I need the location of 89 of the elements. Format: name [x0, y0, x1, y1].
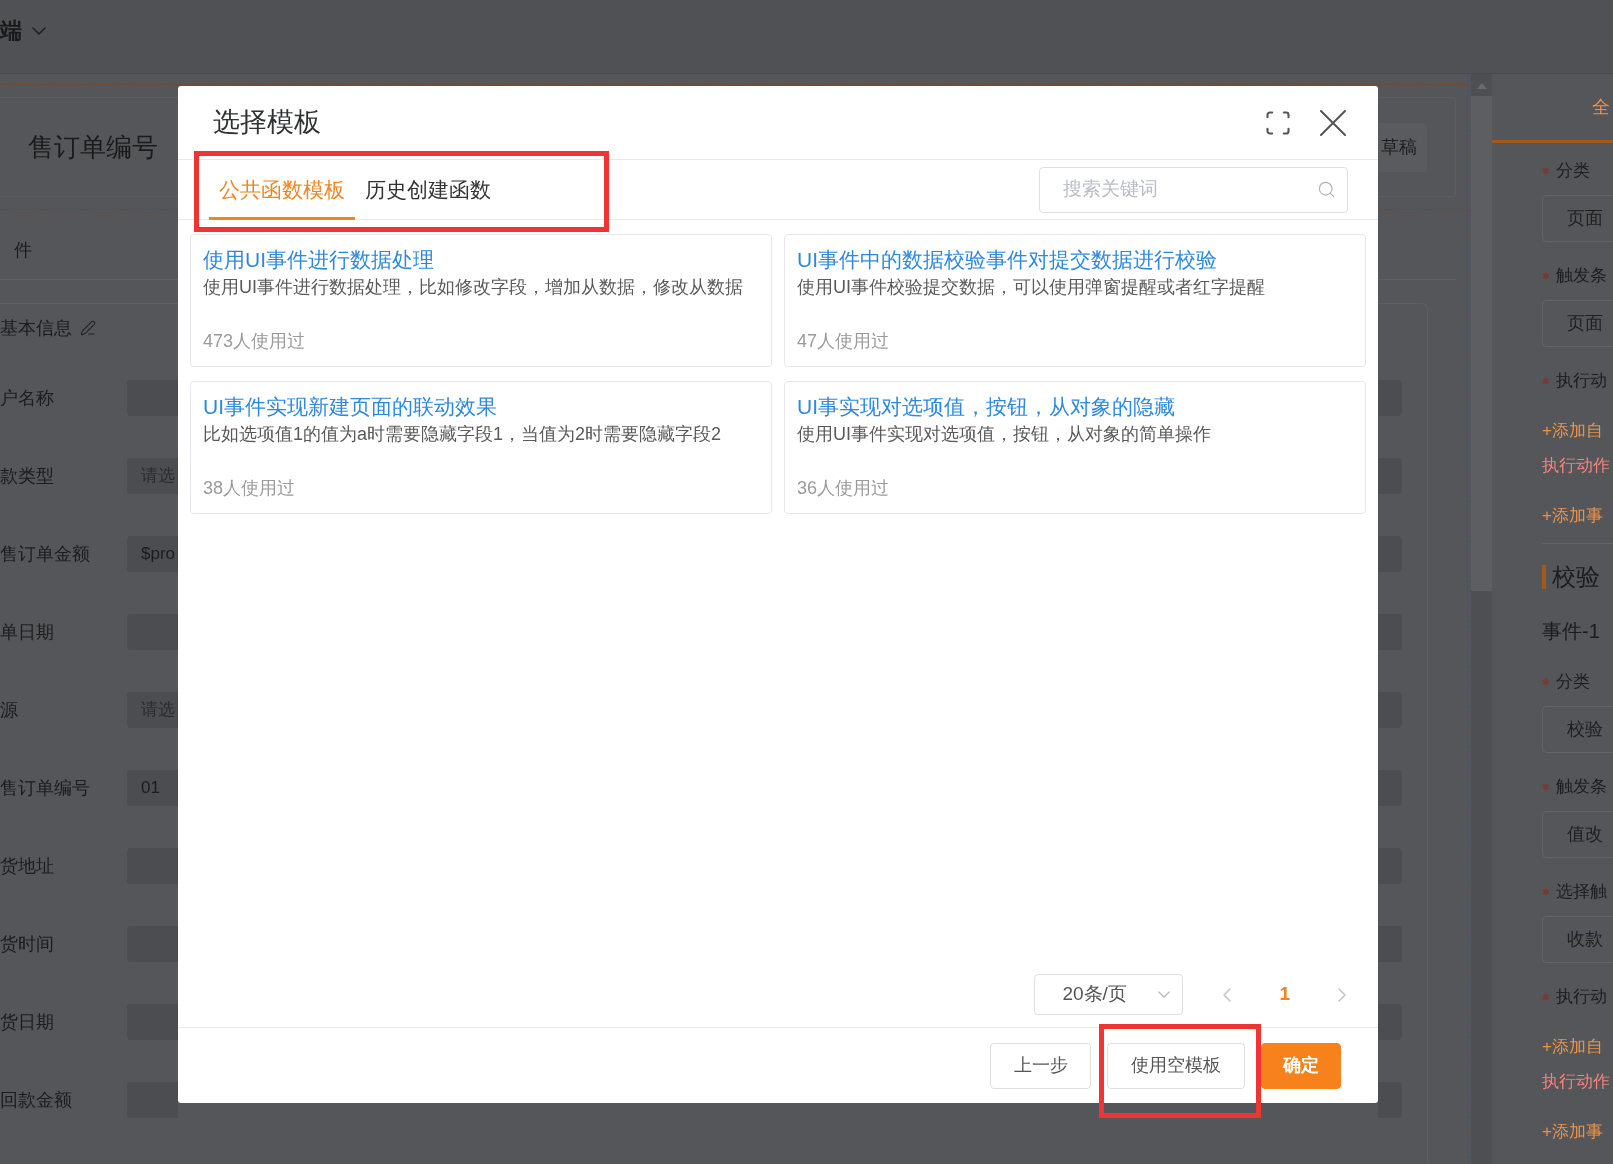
field-label: 选择触	[1556, 881, 1607, 904]
dialog-tab[interactable]: 公共函数模板	[209, 159, 355, 220]
field-label: 执行动	[1556, 370, 1607, 393]
dialog-tab[interactable]: 历史创建函数	[355, 159, 501, 220]
input-field[interactable]	[1378, 1082, 1402, 1118]
add-link[interactable]: +添加自	[1542, 418, 1603, 444]
input-field[interactable]	[1378, 536, 1402, 572]
error-message: 执行动作	[1542, 455, 1610, 478]
chevron-left-icon	[1223, 987, 1232, 1002]
input-field[interactable]	[1378, 848, 1402, 884]
select-field[interactable]: 校验	[1542, 706, 1613, 753]
input-field[interactable]	[127, 848, 178, 884]
section-heading: 校验	[1552, 562, 1600, 592]
select-field[interactable]: 收款	[1542, 916, 1613, 963]
form-title: 售订单编号	[28, 130, 158, 164]
template-card[interactable]: UI事件实现新建页面的联动效果 比如选项值1的值为a时需要隐藏字段1，当值为2时需要隐藏字段2 38人使用过	[190, 381, 772, 514]
template-description: 使用UI事件进行数据处理，比如修改字段，增加从数据，修改从数据	[203, 276, 744, 299]
select-field[interactable]: 页面	[1542, 195, 1613, 242]
field-label: 执行动	[1556, 986, 1607, 1009]
fullscreen-icon[interactable]	[1264, 108, 1292, 137]
search-field[interactable]: 搜索关键词	[1039, 166, 1348, 213]
field-label: 售订单金额	[0, 542, 91, 566]
usage-count: 473人使用过	[203, 330, 307, 353]
input-field[interactable]	[1378, 692, 1402, 728]
dialog-button[interactable]: 使用空模板	[1107, 1042, 1245, 1089]
scroll-up-arrow-icon[interactable]	[1476, 83, 1487, 89]
field-label: 货地址	[0, 854, 55, 878]
heading-bar-icon	[1542, 565, 1546, 589]
input-field[interactable]	[127, 380, 178, 416]
select-field[interactable]: 值改	[1542, 811, 1613, 858]
close-icon[interactable]	[1320, 109, 1346, 136]
input-field[interactable]	[127, 926, 178, 962]
usage-count: 36人使用过	[797, 477, 891, 500]
field-label: 货时间	[0, 932, 55, 956]
usage-count: 47人使用过	[797, 330, 891, 353]
field-label: 触发条	[1556, 265, 1607, 288]
field-label: 户名称	[0, 386, 55, 410]
field-label: 款类型	[0, 464, 55, 488]
event-title: 事件-1	[1542, 619, 1600, 644]
template-title: UI事实现对选项值，按钮，从对象的隐藏	[797, 394, 1176, 420]
select-field[interactable]: 页面	[1542, 300, 1613, 347]
input-field[interactable]	[127, 614, 178, 650]
add-link[interactable]: +添加事	[1542, 503, 1603, 529]
chevron-right-icon	[1338, 987, 1346, 1002]
template-title: UI事件中的数据校验事件对提交数据进行校验	[797, 247, 1218, 273]
app-title: 端	[0, 17, 22, 45]
template-title: UI事件实现新建页面的联动效果	[203, 394, 498, 420]
page-size-select[interactable]: 20条/页	[1034, 974, 1184, 1015]
input-field[interactable]	[1378, 614, 1402, 650]
input-field[interactable]	[1378, 1004, 1402, 1040]
add-link[interactable]: +添加自	[1542, 1034, 1603, 1060]
field-label: 分类	[1556, 160, 1590, 183]
add-link[interactable]: +添加事	[1542, 1119, 1603, 1145]
chevron-down-icon	[1158, 991, 1171, 998]
error-message: 执行动作	[1542, 1071, 1610, 1094]
input-field[interactable]	[1378, 926, 1402, 962]
template-description: 比如选项值1的值为a时需要隐藏字段1，当值为2时需要隐藏字段2	[203, 423, 723, 446]
template-card[interactable]: 使用UI事件进行数据处理 使用UI事件进行数据处理，比如修改字段，增加从数据，修改从数据 473人使用过	[190, 234, 772, 367]
scrollbar-thumb[interactable]	[1471, 96, 1492, 591]
template-description: 使用UI事件实现对选项值，按钮，从对象的简单操作	[797, 423, 1212, 446]
input-field[interactable]	[1378, 458, 1402, 494]
panel-tab[interactable]: 全	[1492, 74, 1613, 143]
field-label: 货日期	[0, 1010, 55, 1034]
field-label: 回款金额	[0, 1088, 73, 1112]
input-field[interactable]	[1378, 380, 1402, 416]
field-label: 售订单编号	[0, 776, 91, 800]
dialog-title: 选择模板	[213, 106, 321, 140]
template-title: 使用UI事件进行数据处理	[203, 247, 435, 273]
pencil-icon[interactable]	[80, 320, 96, 336]
field-label: 单日期	[0, 620, 55, 644]
template-card[interactable]: UI事实现对选项值，按钮，从对象的隐藏 使用UI事件实现对选项值，按钮，从对象的简单操作 36人使用过	[784, 381, 1366, 514]
chevron-down-icon[interactable]	[32, 26, 46, 35]
template-card[interactable]: UI事件中的数据校验事件对提交数据进行校验 使用UI事件校验提交数据，可以使用弹窗提醒或者红字提醒 47人使用过	[784, 234, 1366, 367]
input-field[interactable]	[127, 1082, 178, 1118]
input-field[interactable]	[1378, 770, 1402, 806]
field-label: 分类	[1556, 671, 1590, 694]
usage-count: 38人使用过	[203, 477, 297, 500]
field-label: 触发条	[1556, 776, 1607, 799]
input-field[interactable]	[127, 1004, 178, 1040]
section-title: 基本信息	[0, 316, 72, 340]
draft-button[interactable]: 草稿	[1377, 122, 1427, 172]
confirm-button[interactable]: 确定	[1261, 1042, 1341, 1089]
field-label: 源	[0, 698, 19, 722]
component-tab[interactable]: 件	[14, 237, 32, 264]
search-icon[interactable]	[1317, 180, 1336, 199]
template-description: 使用UI事件校验提交数据，可以使用弹窗提醒或者红字提醒	[797, 276, 1266, 299]
dialog-button[interactable]: 上一步	[990, 1042, 1091, 1089]
page-number[interactable]: 1	[1279, 980, 1290, 1009]
search-placeholder: 搜索关键词	[1063, 177, 1158, 202]
